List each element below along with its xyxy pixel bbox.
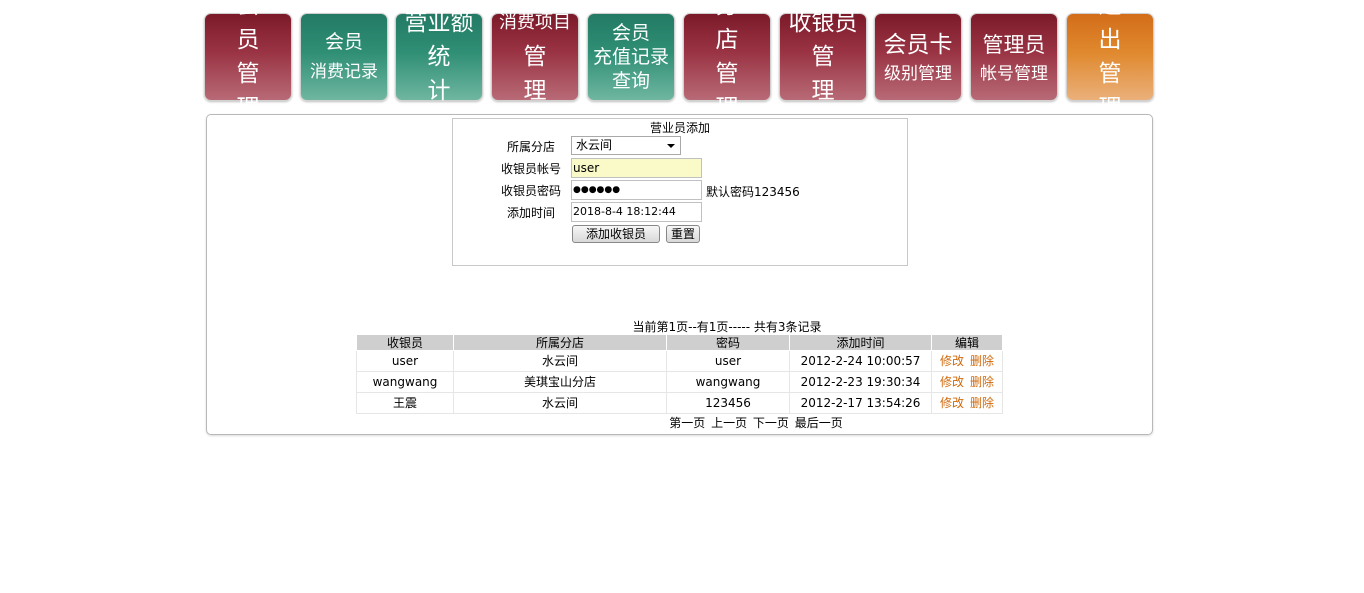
password-label: 收银员密码: [500, 184, 561, 198]
nav-label-line2: 级别管理: [884, 64, 952, 84]
table-row: wangwang 美琪宝山分店 wangwang 2012-2-23 19:30…: [356, 371, 1003, 393]
nav-label-line2: 统 计: [427, 44, 463, 104]
nav-consumption-items-button[interactable]: 消费项目 管 理: [491, 12, 579, 104]
delete-link[interactable]: 删除: [970, 375, 994, 389]
time-input[interactable]: 2018-8-4 18:12:44: [571, 202, 702, 222]
nav-member-consumption-button[interactable]: 会员 消费记录: [300, 13, 388, 101]
cell-edit: 修改 删除: [931, 392, 1003, 414]
account-input[interactable]: user: [571, 158, 702, 178]
header-branch: 所属分店: [453, 334, 667, 351]
nav-label-line3: 查询: [611, 70, 650, 92]
nav-revenue-stats-button[interactable]: 营业额 统 计: [395, 10, 483, 104]
nav-label-line1: 收银员: [788, 10, 858, 36]
pager: 第一页 上一页 下一页 最后一页: [356, 414, 1156, 431]
edit-link[interactable]: 修改: [940, 354, 964, 368]
nav-label-line1: 消费项目: [499, 12, 571, 33]
cell-branch: 水云间: [453, 392, 667, 414]
header-edit: 编辑: [931, 334, 1003, 351]
cell-time: 2012-2-24 10:00:57: [789, 350, 932, 372]
edit-link[interactable]: 修改: [940, 396, 964, 410]
nav-label-line1: 会 员: [236, 0, 272, 53]
nav-logout-button[interactable]: 退 出 管 理: [1066, 0, 1154, 121]
delete-link[interactable]: 删除: [970, 396, 994, 410]
nav-label-line2: 帐号管理: [980, 64, 1048, 84]
nav-label-line2: 管 理: [523, 44, 559, 104]
pager-first-link[interactable]: 第一页: [669, 416, 705, 430]
nav-label-line2: 管 理: [811, 44, 847, 104]
cell-password: wangwang: [666, 371, 790, 393]
nav-label-line1: 分 店: [715, 0, 751, 53]
account-input-value: user: [573, 161, 600, 175]
table-header-row: 收银员 所属分店 密码 添加时间 编辑: [356, 334, 1003, 351]
cell-cashier: 王震: [356, 392, 454, 414]
time-label: 添加时间: [506, 206, 555, 220]
cell-branch: 美琪宝山分店: [453, 371, 667, 393]
nav-cashier-management-button[interactable]: 收银员 管 理: [779, 10, 867, 104]
nav-branch-management-button[interactable]: 分 店 管 理: [683, 0, 771, 121]
cell-cashier: user: [356, 350, 454, 372]
pager-prev-link[interactable]: 上一页: [711, 416, 747, 430]
cell-password: user: [666, 350, 790, 372]
pager-next-link[interactable]: 下一页: [753, 416, 789, 430]
nav-admin-account-button[interactable]: 管理员 帐号管理: [970, 13, 1058, 101]
branch-label: 所属分店: [506, 140, 555, 154]
nav-recharge-records-button[interactable]: 会员 充值记录 查询: [587, 13, 675, 101]
nav-label-line2: 充值记录: [592, 46, 669, 68]
add-cashier-button[interactable]: 添加收银员: [572, 225, 660, 243]
cell-password: 123456: [666, 392, 790, 414]
header-time: 添加时间: [789, 334, 932, 351]
cell-branch: 水云间: [453, 350, 667, 372]
nav-label-line1: 会员: [324, 31, 363, 53]
password-input[interactable]: ●●●●●●: [571, 180, 702, 200]
page-info: 当前第1页--有1页----- 共有3条记录: [632, 320, 822, 334]
edit-link[interactable]: 修改: [940, 375, 964, 389]
branch-select[interactable]: 水云间: [571, 136, 681, 155]
table-row: 王震 水云间 123456 2012-2-17 13:54:26 修改 删除: [356, 392, 1003, 414]
nav-label-line1: 会员: [611, 22, 650, 44]
cell-time: 2012-2-23 19:30:34: [789, 371, 932, 393]
nav-label-line1: 管理员: [982, 33, 1046, 57]
reset-button[interactable]: 重置: [666, 225, 700, 243]
password-input-mask: ●●●●●●: [573, 185, 621, 195]
cell-cashier: wangwang: [356, 371, 454, 393]
nav-label-line1: 营业额: [404, 10, 474, 36]
table-row: user 水云间 user 2012-2-24 10:00:57 修改 删除: [356, 350, 1003, 372]
pager-last-link[interactable]: 最后一页: [795, 416, 843, 430]
account-label: 收银员帐号: [500, 162, 561, 176]
top-nav: 会 员 管 理 会员 消费记录 营业额 统 计 消费项目 管 理 会员 充值记录…: [204, 0, 1156, 121]
nav-member-management-button[interactable]: 会 员 管 理: [204, 0, 292, 121]
nav-label-line2: 消费记录: [310, 62, 378, 82]
header-cashier: 收银员: [356, 334, 454, 351]
header-password: 密码: [666, 334, 790, 351]
cashier-table: 收银员 所属分店 密码 添加时间 编辑 user 水云间 user 2012-2…: [356, 334, 1003, 414]
cell-time: 2012-2-17 13:54:26: [789, 392, 932, 414]
cell-edit: 修改 删除: [931, 371, 1003, 393]
form-title: 营业员添加: [649, 121, 710, 135]
time-input-value: 2018-8-4 18:12:44: [573, 205, 676, 218]
nav-label-line1: 会员卡: [883, 32, 953, 58]
cell-edit: 修改 删除: [931, 350, 1003, 372]
chevron-down-icon: [667, 144, 675, 148]
branch-select-value: 水云间: [576, 138, 613, 152]
delete-link[interactable]: 删除: [970, 354, 994, 368]
nav-card-level-button[interactable]: 会员卡 级别管理: [874, 13, 962, 101]
password-hint: 默认密码123456: [706, 185, 800, 199]
nav-label-line1: 退 出: [1098, 0, 1134, 53]
